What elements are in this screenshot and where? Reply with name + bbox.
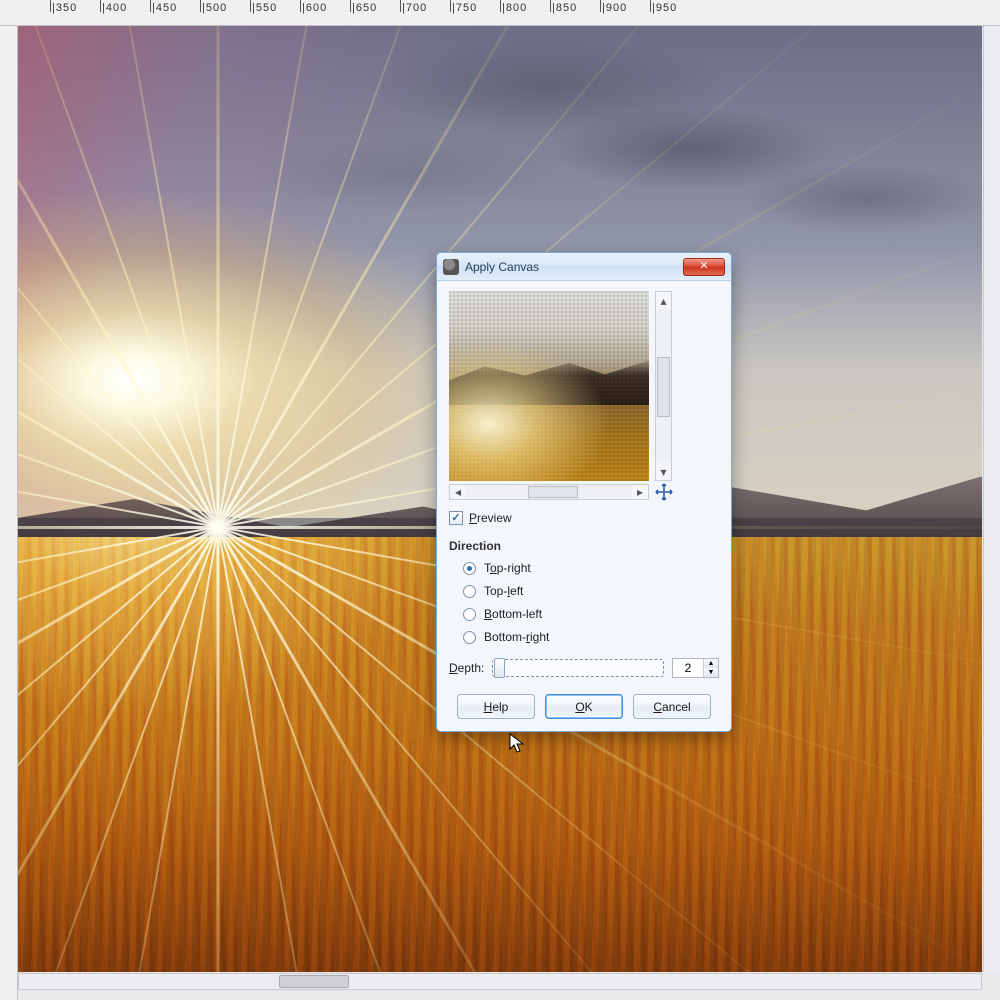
preview-canvas-texture	[449, 291, 649, 481]
ruler-mark: |750	[452, 2, 477, 14]
ruler-mark: |350	[52, 2, 77, 14]
preview-vscroll-thumb[interactable]	[657, 357, 670, 417]
ruler-mark: |800	[502, 2, 527, 14]
canvas-hscroll-thumb[interactable]	[279, 975, 349, 988]
preview-image[interactable]	[449, 291, 649, 481]
depth-slider-handle[interactable]	[494, 658, 505, 678]
direction-radio-3[interactable]	[463, 631, 476, 644]
depth-slider[interactable]	[492, 659, 664, 677]
depth-spin-up[interactable]: ▲	[703, 659, 718, 668]
ok-button[interactable]: OK	[545, 694, 623, 719]
canvas-horizontal-scrollbar[interactable]	[18, 973, 982, 990]
ruler-mark: |850	[552, 2, 577, 14]
ruler-mark: |500	[202, 2, 227, 14]
ruler-mark: |900	[602, 2, 627, 14]
preview-horizontal-scrollbar[interactable]: ◂ ▸	[449, 484, 649, 500]
app-icon	[443, 259, 459, 275]
preview-hscroll-left-icon[interactable]: ◂	[450, 485, 466, 499]
direction-option-3[interactable]: Bottom-right	[463, 630, 719, 644]
ruler-mark: |700	[402, 2, 427, 14]
ruler-mark: |950	[652, 2, 677, 14]
ruler-mark: |450	[152, 2, 177, 14]
preview-vscroll-up-icon[interactable]: ▴	[656, 292, 671, 309]
preview-vertical-scrollbar[interactable]: ▴ ▾	[655, 291, 672, 481]
preview-hscroll-thumb[interactable]	[528, 486, 578, 498]
depth-spin-down[interactable]: ▼	[703, 668, 718, 677]
vertical-ruler[interactable]	[0, 26, 18, 1000]
ruler-mark: |600	[302, 2, 327, 14]
direction-radio-1[interactable]	[463, 585, 476, 598]
direction-label-2: Bottom-left	[484, 607, 542, 621]
dialog-title: Apply Canvas	[465, 260, 539, 274]
direction-option-0[interactable]: Top-right	[463, 561, 719, 575]
direction-heading: Direction	[449, 539, 719, 553]
direction-option-1[interactable]: Top-left	[463, 584, 719, 598]
depth-value-input[interactable]	[673, 659, 703, 677]
depth-spinner[interactable]: ▲ ▼	[672, 658, 719, 678]
ruler-mark: |400	[102, 2, 127, 14]
canvas-vertical-scrollbar[interactable]	[983, 26, 1000, 972]
dialog-titlebar[interactable]: Apply Canvas ✕	[437, 253, 731, 281]
ruler-mark: |550	[252, 2, 277, 14]
help-button[interactable]: Help	[457, 694, 535, 719]
preview-vscroll-down-icon[interactable]: ▾	[656, 463, 671, 480]
apply-canvas-dialog: Apply Canvas ✕ ▴ ▾ ◂ ▸	[436, 252, 732, 732]
direction-label-3: Bottom-right	[484, 630, 549, 644]
cancel-button[interactable]: Cancel	[633, 694, 711, 719]
direction-option-2[interactable]: Bottom-left	[463, 607, 719, 621]
direction-label-0: Top-right	[484, 561, 531, 575]
preview-checkbox[interactable]	[449, 511, 463, 525]
preview-checkbox-label[interactable]: Preview	[469, 511, 512, 525]
dialog-close-button[interactable]: ✕	[683, 258, 725, 276]
direction-radio-0[interactable]	[463, 562, 476, 575]
direction-radio-2[interactable]	[463, 608, 476, 621]
preview-hscroll-right-icon[interactable]: ▸	[632, 485, 648, 499]
direction-label-1: Top-left	[484, 584, 523, 598]
depth-label: Depth:	[449, 661, 484, 675]
horizontal-ruler[interactable]: |350 |400 |450 |500 |550 |600 |650 |700 |750 |800…	[0, 0, 1000, 26]
ruler-mark: |650	[352, 2, 377, 14]
preview-navigate-icon[interactable]	[655, 483, 673, 501]
